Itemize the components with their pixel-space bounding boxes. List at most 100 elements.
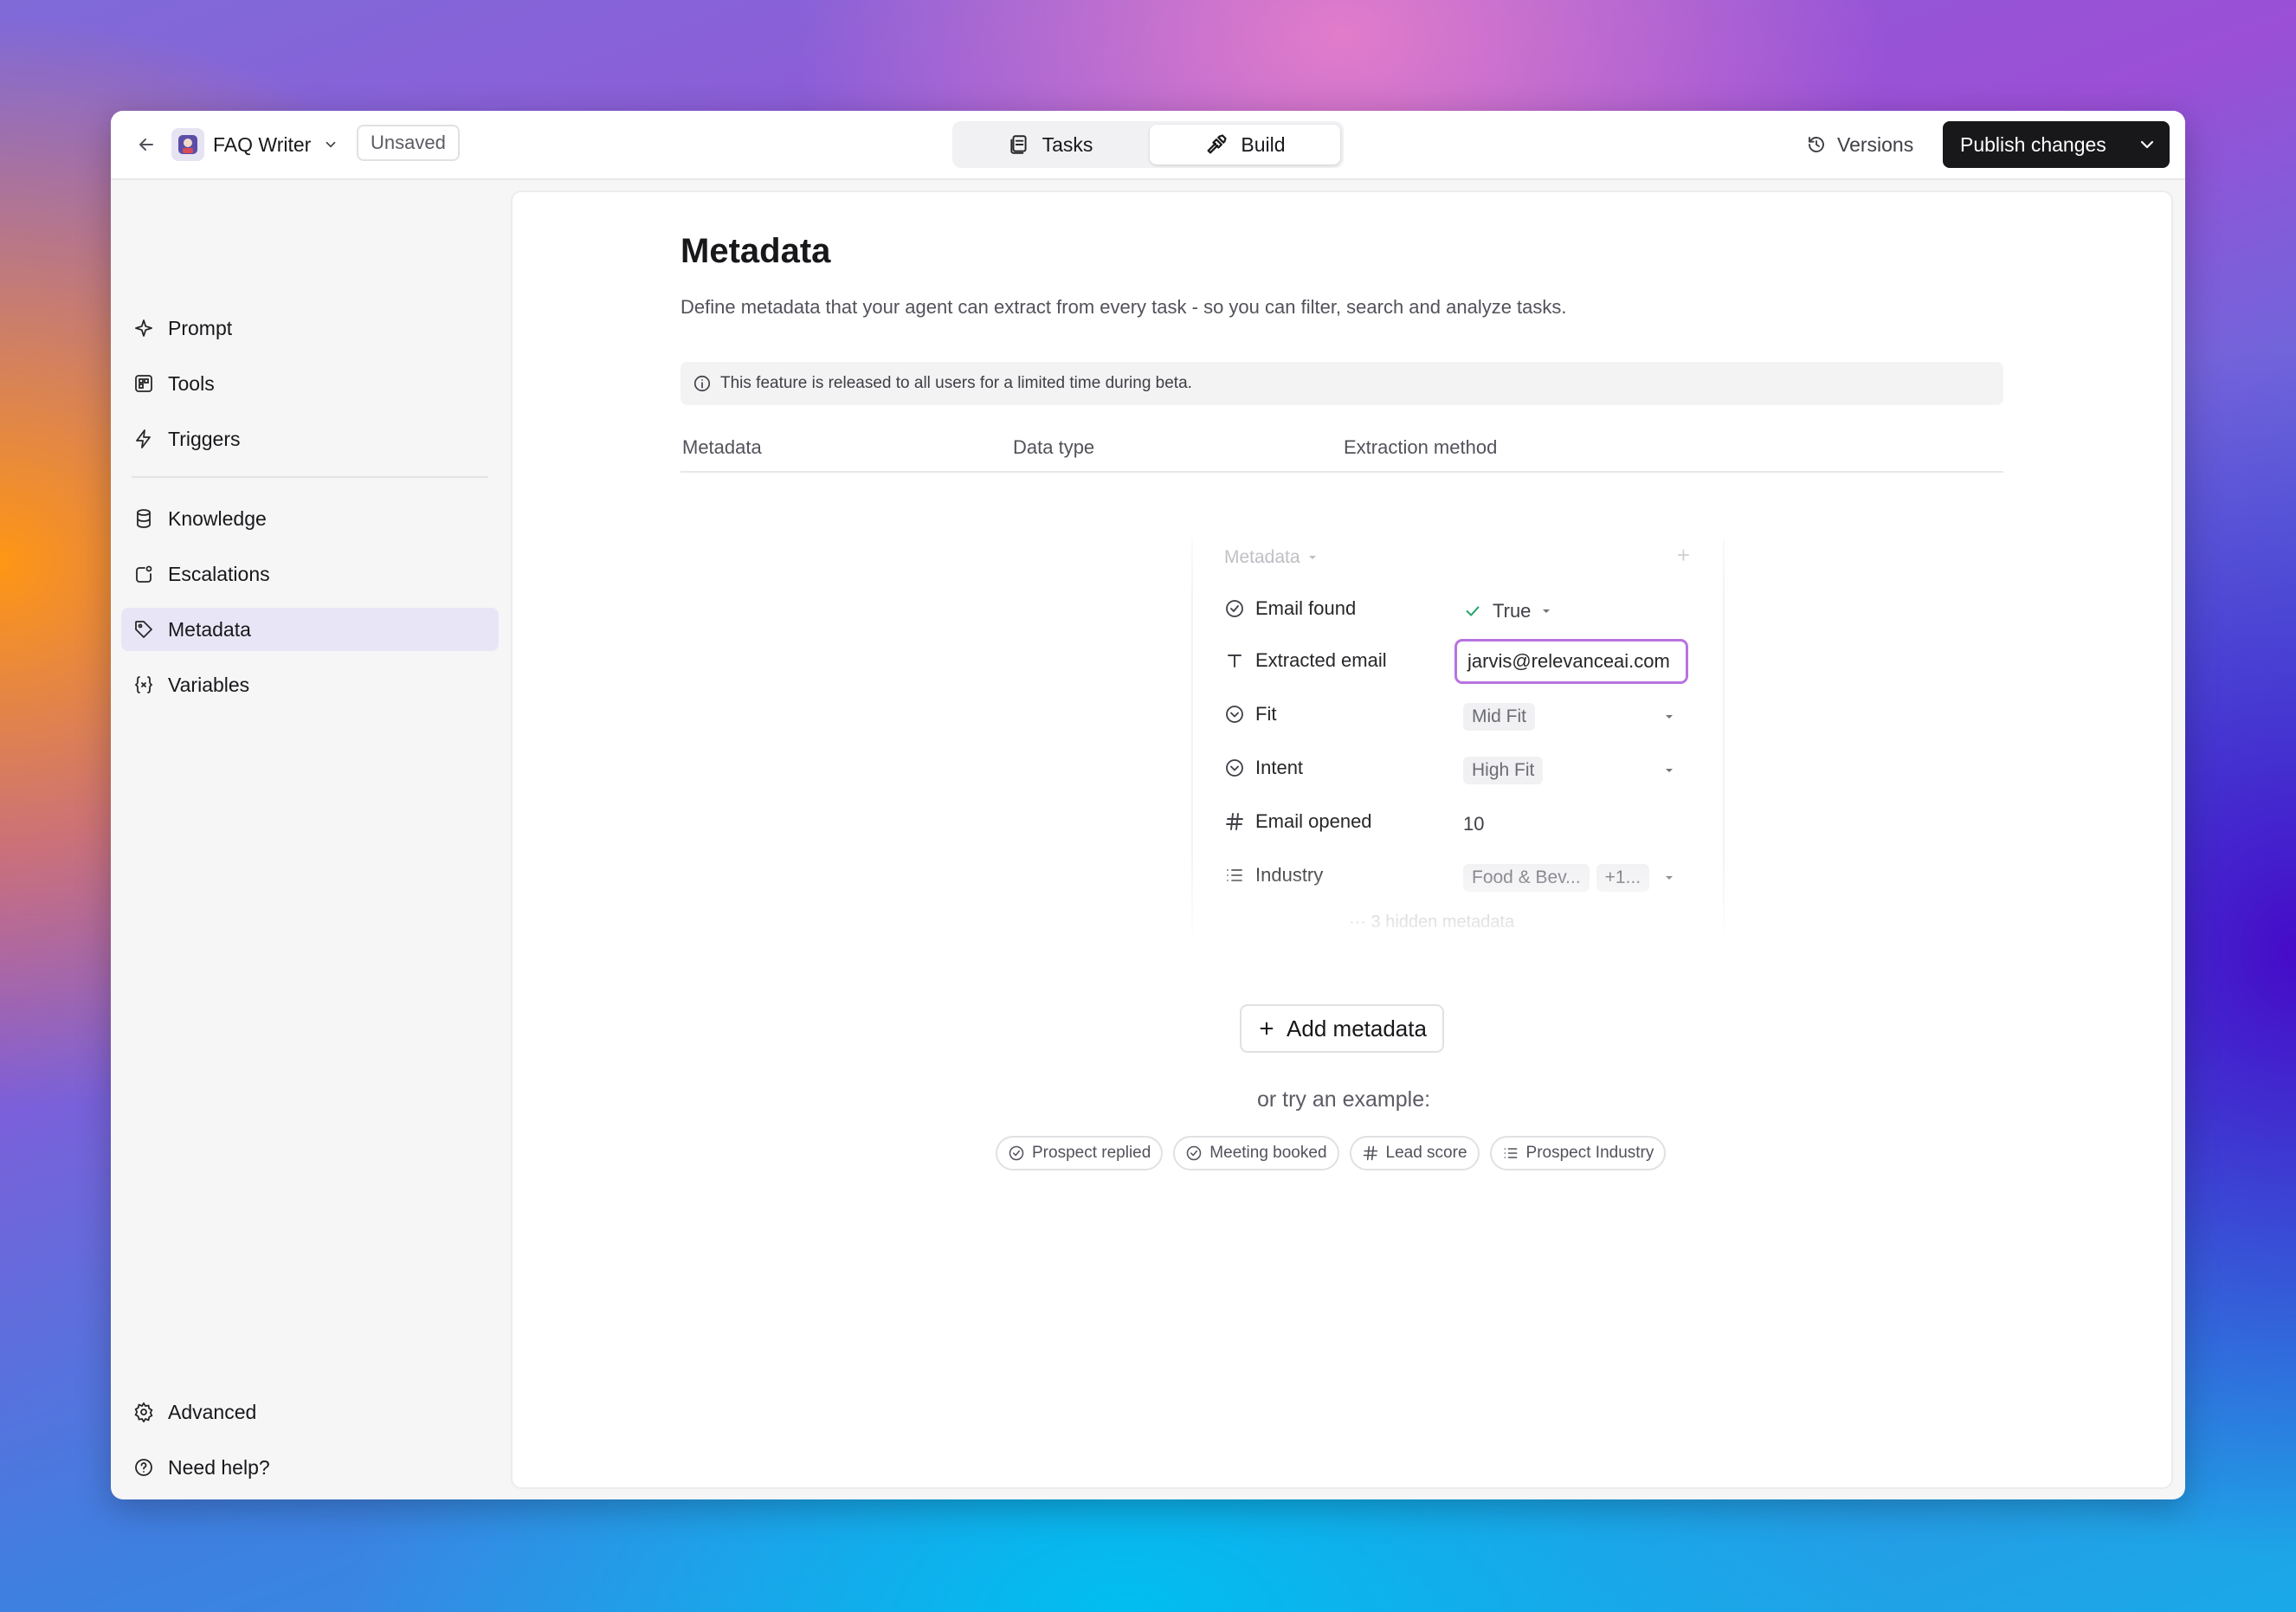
metadata-preview: Metadata + Email found True Extracted em… (1191, 538, 1725, 937)
sidebar-item-label: Prompt (168, 316, 233, 339)
preview-header: Metadata (1224, 547, 1318, 568)
list-icon (1227, 869, 1242, 881)
sidebar-item-triggers[interactable]: Triggers (121, 417, 499, 461)
agent-name: FAQ Writer (213, 132, 312, 156)
sidebar: Prompt Tools Triggers Knowledge Escalati… (111, 180, 509, 1499)
publish-label: Publish changes (1960, 132, 2106, 156)
arrow-left-icon (139, 139, 153, 151)
versions-label: Versions (1837, 132, 1914, 156)
gear-icon (134, 1402, 153, 1422)
preview-row-label: Email opened (1255, 810, 1372, 832)
page-subtitle: Define metadata that your agent can extr… (680, 296, 1567, 318)
hammer-icon (1207, 134, 1228, 154)
preview-row-value: Food & Bev... (1463, 864, 1590, 892)
caret-down-icon (1543, 609, 1551, 613)
preview-row-value: 10 (1463, 813, 1485, 835)
sidebar-item-variables[interactable]: Variables (121, 663, 499, 706)
sidebar-item-escalations[interactable]: Escalations (121, 552, 499, 596)
preview-row: Email found True (1224, 587, 1692, 635)
example-chip-lead-score[interactable]: Lead score (1349, 1136, 1480, 1170)
escalation-icon (136, 565, 152, 583)
example-chip-label: Prospect Industry (1525, 1144, 1654, 1162)
sidebar-item-label: Triggers (168, 427, 241, 450)
sidebar-item-label: Variables (168, 673, 250, 696)
plus-icon: + (1676, 542, 1690, 568)
sidebar-item-label: Knowledge (168, 506, 267, 530)
select-circle-icon (1226, 706, 1243, 723)
top-bar: FAQ Writer Unsaved Tasks Build Versions … (111, 111, 2185, 180)
sidebar-item-metadata[interactable]: Metadata (121, 608, 499, 651)
tag-icon (135, 621, 152, 638)
preview-row-value: True (1493, 600, 1532, 622)
preview-row: Email opened 10 (1224, 800, 1692, 848)
clipboard-icon (1009, 135, 1027, 154)
sidebar-divider (132, 476, 488, 478)
variable-icon (134, 676, 153, 693)
preview-row: Intent High Fit (1224, 746, 1692, 795)
column-header-metadata: Metadata (682, 436, 762, 458)
sidebar-item-label: Need help? (168, 1455, 270, 1479)
check-circle-icon (1187, 1145, 1202, 1161)
agent-avatar (171, 128, 204, 161)
sidebar-item-label: Metadata (168, 617, 251, 641)
sparkle-icon (135, 319, 152, 337)
page-title: Metadata (680, 232, 831, 270)
example-chip-prospect-industry[interactable]: Prospect Industry (1489, 1136, 1667, 1170)
table-header: Metadata Data type Extraction method (680, 431, 2003, 473)
sidebar-item-prompt[interactable]: Prompt (121, 306, 499, 350)
versions-button[interactable]: Versions (1806, 128, 1913, 161)
sidebar-item-tools[interactable]: Tools (121, 362, 499, 405)
add-metadata-label: Add metadata (1287, 1015, 1427, 1041)
try-example-label: or try an example: (1256, 1087, 1431, 1112)
sidebar-item-advanced[interactable]: Advanced (121, 1390, 499, 1434)
chevron-down-icon[interactable] (2137, 134, 2157, 155)
example-chip-meeting-booked[interactable]: Meeting booked (1173, 1136, 1339, 1170)
database-icon (137, 509, 151, 528)
sidebar-item-label: Tools (168, 371, 215, 395)
help-icon (135, 1459, 152, 1476)
tab-build[interactable]: Build (1150, 125, 1340, 164)
plus-icon (1260, 1022, 1274, 1035)
sidebar-item-help[interactable]: Need help? (121, 1446, 499, 1489)
preview-row-extra: +1... (1596, 864, 1650, 892)
preview-row-value: High Fit (1463, 757, 1544, 784)
caret-down-icon (1666, 769, 1673, 772)
preview-row-label: Email found (1255, 597, 1357, 619)
example-chip-label: Meeting booked (1209, 1144, 1327, 1162)
hash-icon (1226, 813, 1243, 830)
preview-row: Fit Mid Fit (1224, 693, 1692, 741)
check-icon (1466, 606, 1480, 616)
tab-tasks[interactable]: Tasks (956, 125, 1145, 164)
tools-icon (135, 375, 152, 392)
sidebar-item-label: Advanced (168, 1400, 257, 1423)
preview-row-label: Fit (1255, 703, 1277, 725)
agent-selector[interactable]: FAQ Writer (213, 130, 339, 159)
main-panel: Metadata Define metadata that your agent… (511, 190, 2173, 1489)
back-button[interactable] (132, 130, 161, 159)
preview-row-value: Mid Fit (1463, 703, 1535, 731)
tab-label: Tasks (1042, 132, 1093, 156)
column-header-data-type: Data type (1013, 436, 1095, 458)
bolt-icon (136, 429, 151, 448)
example-chip-prospect-replied[interactable]: Prospect replied (996, 1136, 1164, 1170)
beta-notice-text: This feature is released to all users fo… (720, 374, 1192, 392)
extracted-email-input[interactable]: jarvis@relevanceai.com (1454, 639, 1688, 684)
example-chips: Prospect replied Meeting booked Lead sco… (996, 1136, 1667, 1170)
check-circle-icon (1009, 1145, 1024, 1161)
tab-label: Build (1241, 132, 1286, 156)
app-window: FAQ Writer Unsaved Tasks Build Versions … (111, 111, 2185, 1499)
add-metadata-button[interactable]: Add metadata (1240, 1004, 1444, 1053)
preview-row: Industry Food & Bev... +1... (1224, 854, 1692, 902)
sidebar-item-knowledge[interactable]: Knowledge (121, 497, 499, 540)
preview-row-label: Industry (1255, 864, 1324, 886)
column-header-extraction-method: Extraction method (1344, 436, 1498, 458)
check-circle-icon (1226, 600, 1243, 617)
hash-icon (1363, 1145, 1377, 1161)
preview-header-label: Metadata (1224, 547, 1300, 567)
agent-avatar-icon (178, 135, 197, 154)
preview-row-label: Intent (1255, 757, 1304, 778)
caret-down-icon (1308, 556, 1316, 559)
text-type-icon (1228, 654, 1242, 667)
hidden-metadata-note: ··· 3 hidden metadata (1349, 912, 1515, 932)
publish-button[interactable]: Publish changes (1943, 121, 2170, 168)
